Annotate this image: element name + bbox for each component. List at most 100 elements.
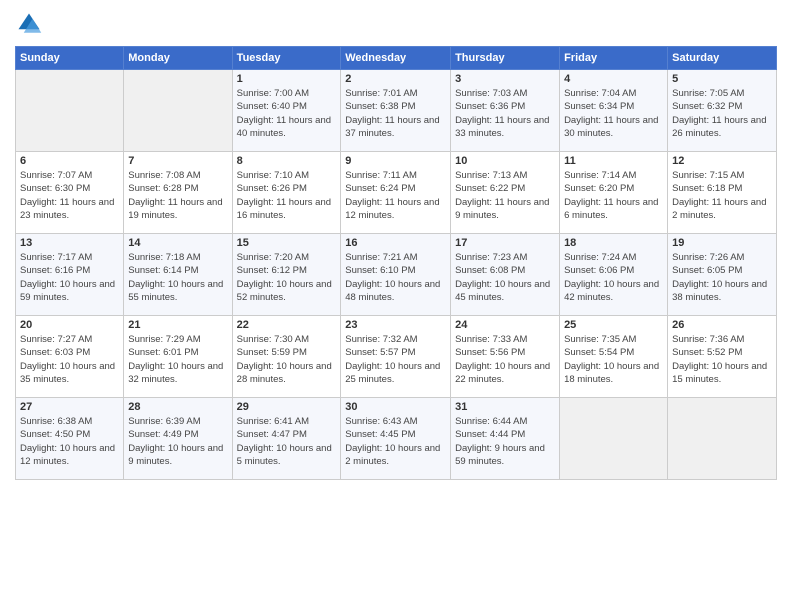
calendar-cell: 22 Sunrise: 7:30 AMSunset: 5:59 PMDayligh…: [232, 316, 341, 398]
day-info: Sunrise: 7:01 AMSunset: 6:38 PMDaylight:…: [345, 87, 446, 140]
calendar-cell: [16, 70, 124, 152]
day-info: Sunrise: 7:30 AMSunset: 5:59 PMDaylight:…: [237, 333, 337, 386]
day-number: 19: [672, 237, 772, 249]
calendar-cell: 3 Sunrise: 7:03 AMSunset: 6:36 PMDaylight…: [451, 70, 560, 152]
day-number: 30: [345, 401, 446, 413]
calendar-cell: 10Sunrise: 7:13 AMSunset: 6:22 PMDayligh…: [451, 152, 560, 234]
day-number: 3: [455, 73, 555, 85]
calendar-cell: 17 Sunrise: 7:23 AMSunset: 6:08 PMDayligh…: [451, 234, 560, 316]
calendar-cell: 31 Sunrise: 6:44 AMSunset: 4:44 PMDayligh…: [451, 398, 560, 480]
day-number: 5: [672, 73, 772, 85]
day-info: Sunrise: 7:08 AMSunset: 6:28 PMDaylight:…: [128, 169, 227, 222]
day-number: 12: [672, 155, 772, 167]
logo-icon: [15, 10, 43, 38]
calendar-cell: [124, 70, 232, 152]
week-row-4: 20 Sunrise: 7:27 AMSunset: 6:03 PMDayligh…: [16, 316, 777, 398]
weekday-row: SundayMondayTuesdayWednesdayThursdayFrid…: [16, 47, 777, 70]
day-number: 11: [564, 155, 663, 167]
day-info: Sunrise: 7:18 AMSunset: 6:14 PMDaylight:…: [128, 251, 227, 304]
calendar-body: 1 Sunrise: 7:00 AMSunset: 6:40 PMDaylight…: [16, 70, 777, 480]
day-info: Sunrise: 7:26 AMSunset: 6:05 PMDaylight:…: [672, 251, 772, 304]
day-info: Sunrise: 7:20 AMSunset: 6:12 PMDaylight:…: [237, 251, 337, 304]
week-row-3: 13Sunrise: 7:17 AMSunset: 6:16 PMDayligh…: [16, 234, 777, 316]
calendar-cell: 30 Sunrise: 6:43 AMSunset: 4:45 PMDayligh…: [341, 398, 451, 480]
calendar-cell: 24 Sunrise: 7:33 AMSunset: 5:56 PMDayligh…: [451, 316, 560, 398]
weekday-header-monday: Monday: [124, 47, 232, 70]
day-info: Sunrise: 7:17 AMSunset: 6:16 PMDaylight:…: [20, 251, 119, 304]
calendar-cell: [560, 398, 668, 480]
day-number: 31: [455, 401, 555, 413]
day-number: 2: [345, 73, 446, 85]
day-number: 24: [455, 319, 555, 331]
calendar-cell: 2 Sunrise: 7:01 AMSunset: 6:38 PMDaylight…: [341, 70, 451, 152]
logo: [15, 10, 45, 38]
day-info: Sunrise: 7:05 AMSunset: 6:32 PMDaylight:…: [672, 87, 772, 140]
day-info: Sunrise: 6:39 AMSunset: 4:49 PMDaylight:…: [128, 415, 227, 468]
day-number: 4: [564, 73, 663, 85]
day-number: 21: [128, 319, 227, 331]
day-number: 25: [564, 319, 663, 331]
calendar-cell: 19 Sunrise: 7:26 AMSunset: 6:05 PMDayligh…: [668, 234, 777, 316]
week-row-5: 27 Sunrise: 6:38 AMSunset: 4:50 PMDayligh…: [16, 398, 777, 480]
calendar-cell: 23Sunrise: 7:32 AMSunset: 5:57 PMDayligh…: [341, 316, 451, 398]
calendar-cell: 5 Sunrise: 7:05 AMSunset: 6:32 PMDaylight…: [668, 70, 777, 152]
day-info: Sunrise: 7:10 AMSunset: 6:26 PMDaylight:…: [237, 169, 337, 222]
day-number: 1: [237, 73, 337, 85]
day-number: 23: [345, 319, 446, 331]
day-info: Sunrise: 7:14 AMSunset: 6:20 PMDaylight:…: [564, 169, 663, 222]
calendar-cell: 9 Sunrise: 7:11 AMSunset: 6:24 PMDaylight…: [341, 152, 451, 234]
day-info: Sunrise: 7:27 AMSunset: 6:03 PMDaylight:…: [20, 333, 119, 386]
day-number: 17: [455, 237, 555, 249]
day-number: 29: [237, 401, 337, 413]
day-info: Sunrise: 7:23 AMSunset: 6:08 PMDaylight:…: [455, 251, 555, 304]
day-number: 10: [455, 155, 555, 167]
day-info: Sunrise: 7:21 AMSunset: 6:10 PMDaylight:…: [345, 251, 446, 304]
day-info: Sunrise: 7:00 AMSunset: 6:40 PMDaylight:…: [237, 87, 337, 140]
day-number: 9: [345, 155, 446, 167]
calendar-cell: 4 Sunrise: 7:04 AMSunset: 6:34 PMDaylight…: [560, 70, 668, 152]
day-info: Sunrise: 7:04 AMSunset: 6:34 PMDaylight:…: [564, 87, 663, 140]
weekday-header-friday: Friday: [560, 47, 668, 70]
day-info: Sunrise: 6:38 AMSunset: 4:50 PMDaylight:…: [20, 415, 119, 468]
day-info: Sunrise: 7:33 AMSunset: 5:56 PMDaylight:…: [455, 333, 555, 386]
day-number: 14: [128, 237, 227, 249]
week-row-1: 1 Sunrise: 7:00 AMSunset: 6:40 PMDaylight…: [16, 70, 777, 152]
day-info: Sunrise: 6:44 AMSunset: 4:44 PMDaylight:…: [455, 415, 555, 468]
calendar-cell: 12 Sunrise: 7:15 AMSunset: 6:18 PMDayligh…: [668, 152, 777, 234]
day-info: Sunrise: 7:24 AMSunset: 6:06 PMDaylight:…: [564, 251, 663, 304]
day-number: 18: [564, 237, 663, 249]
day-number: 27: [20, 401, 119, 413]
weekday-header-thursday: Thursday: [451, 47, 560, 70]
day-number: 22: [237, 319, 337, 331]
weekday-header-saturday: Saturday: [668, 47, 777, 70]
calendar-cell: 21 Sunrise: 7:29 AMSunset: 6:01 PMDayligh…: [124, 316, 232, 398]
page: SundayMondayTuesdayWednesdayThursdayFrid…: [0, 0, 792, 612]
day-number: 15: [237, 237, 337, 249]
calendar-cell: [668, 398, 777, 480]
calendar-cell: 13Sunrise: 7:17 AMSunset: 6:16 PMDayligh…: [16, 234, 124, 316]
weekday-header-tuesday: Tuesday: [232, 47, 341, 70]
day-number: 6: [20, 155, 119, 167]
calendar-cell: 8 Sunrise: 7:10 AMSunset: 6:26 PMDaylight…: [232, 152, 341, 234]
day-info: Sunrise: 7:35 AMSunset: 5:54 PMDaylight:…: [564, 333, 663, 386]
day-info: Sunrise: 7:15 AMSunset: 6:18 PMDaylight:…: [672, 169, 772, 222]
day-number: 8: [237, 155, 337, 167]
calendar-cell: 15 Sunrise: 7:20 AMSunset: 6:12 PMDayligh…: [232, 234, 341, 316]
calendar-cell: 6 Sunrise: 7:07 AMSunset: 6:30 PMDaylight…: [16, 152, 124, 234]
calendar-cell: 28Sunrise: 6:39 AMSunset: 4:49 PMDayligh…: [124, 398, 232, 480]
calendar-cell: 11 Sunrise: 7:14 AMSunset: 6:20 PMDayligh…: [560, 152, 668, 234]
day-number: 16: [345, 237, 446, 249]
calendar-cell: 26Sunrise: 7:36 AMSunset: 5:52 PMDayligh…: [668, 316, 777, 398]
day-info: Sunrise: 7:07 AMSunset: 6:30 PMDaylight:…: [20, 169, 119, 222]
calendar-cell: 16 Sunrise: 7:21 AMSunset: 6:10 PMDayligh…: [341, 234, 451, 316]
weekday-header-wednesday: Wednesday: [341, 47, 451, 70]
weekday-header-sunday: Sunday: [16, 47, 124, 70]
day-info: Sunrise: 6:43 AMSunset: 4:45 PMDaylight:…: [345, 415, 446, 468]
day-info: Sunrise: 7:11 AMSunset: 6:24 PMDaylight:…: [345, 169, 446, 222]
day-info: Sunrise: 7:29 AMSunset: 6:01 PMDaylight:…: [128, 333, 227, 386]
day-number: 20: [20, 319, 119, 331]
day-number: 7: [128, 155, 227, 167]
day-info: Sunrise: 7:03 AMSunset: 6:36 PMDaylight:…: [455, 87, 555, 140]
day-info: Sunrise: 6:41 AMSunset: 4:47 PMDaylight:…: [237, 415, 337, 468]
calendar-cell: 14 Sunrise: 7:18 AMSunset: 6:14 PMDayligh…: [124, 234, 232, 316]
